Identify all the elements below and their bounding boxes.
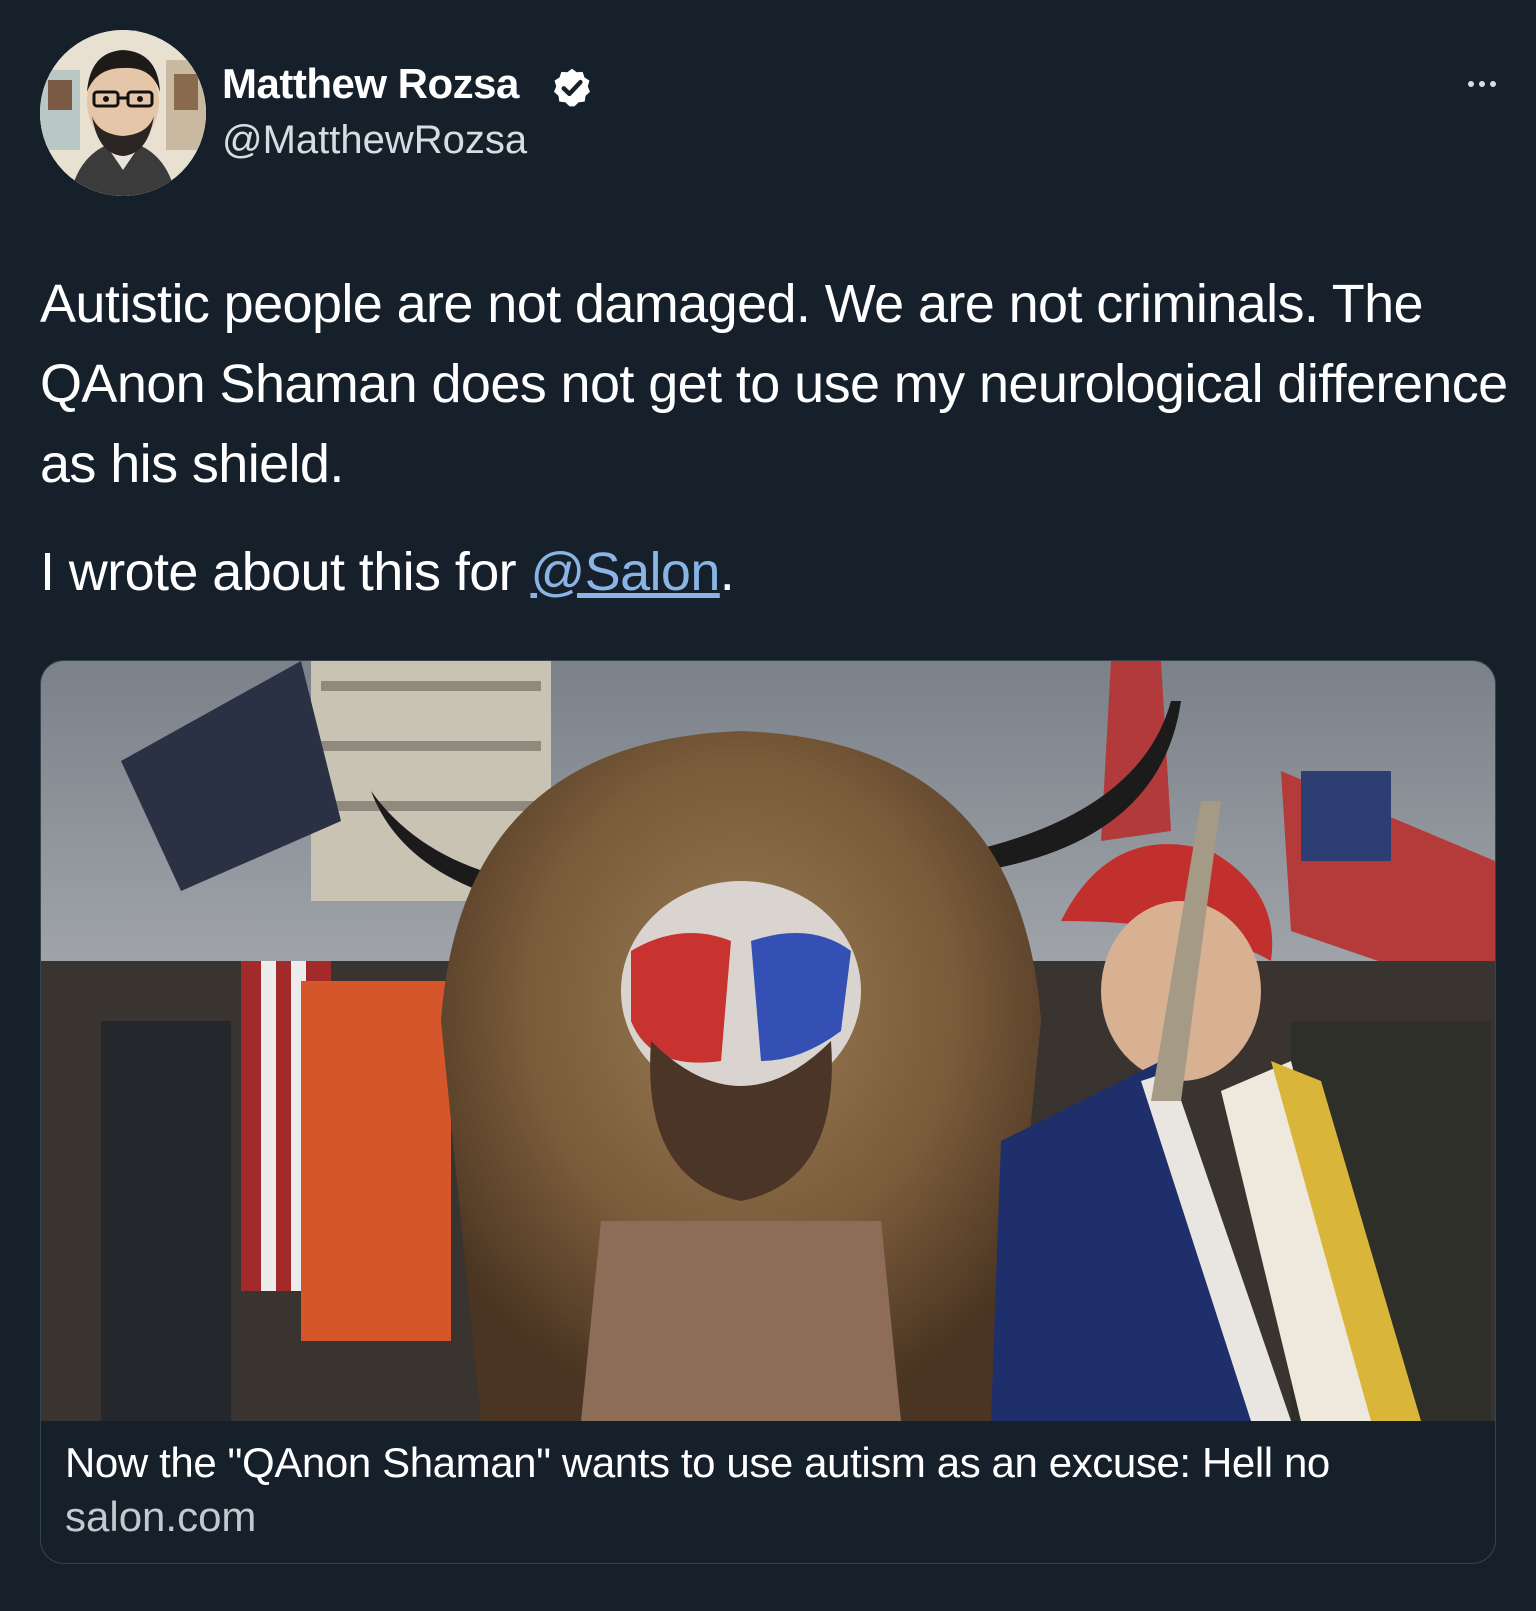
author-handle[interactable]: @MatthewRozsa [222,118,527,163]
author-name[interactable]: Matthew Rozsa [222,60,519,108]
avatar[interactable] [40,30,206,196]
more-options-icon[interactable] [1460,62,1504,106]
tweet-text: Autistic people are not damaged. We are … [40,264,1510,612]
tweet: Matthew Rozsa @MatthewRozsa Autistic peo… [0,0,1536,1611]
tweet-text-prefix: I wrote about this for [40,542,531,602]
tweet-paragraph: Autistic people are not damaged. We are … [40,274,1508,494]
card-domain: salon.com [65,1493,257,1540]
mention-link[interactable]: @Salon [530,542,720,602]
link-preview-card[interactable]: Now the "QAnon Shaman" wants to use auti… [40,660,1496,1564]
avatar-illustration [40,30,206,196]
verified-badge-icon [550,66,594,110]
card-title[interactable]: Now the "QAnon Shaman" wants to use auti… [65,1439,1330,1487]
tweet-paragraph: I wrote about this for @Salon. [40,532,1510,612]
article-photo [41,661,1495,1421]
tweet-text-suffix: . [719,542,735,602]
